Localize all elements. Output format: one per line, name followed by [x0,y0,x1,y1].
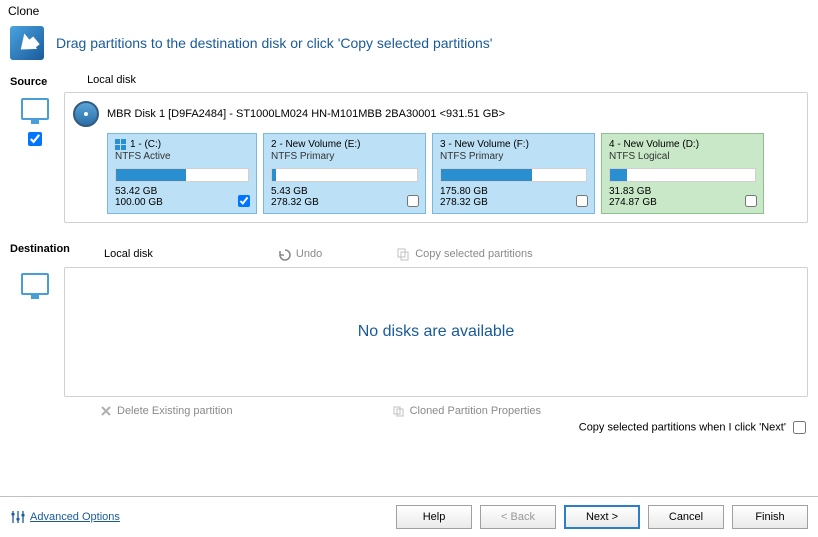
partition-fs: NTFS Primary [440,151,587,162]
usage-bar [115,168,249,182]
copy-next-checkbox[interactable] [793,421,806,434]
cloned-properties-label: Cloned Partition Properties [410,405,541,417]
disk-title: MBR Disk 1 [D9FA2484] - ST1000LM024 HN-M… [107,108,505,120]
partition-total: 278.32 GB [440,197,587,208]
partition-title: 1 - (C:) [115,139,249,150]
window-title: Clone [0,0,818,22]
advanced-options-label: Advanced Options [30,511,120,523]
copy-selected-button[interactable]: Copy selected partitions [396,247,532,261]
partition-title: 4 - New Volume (D:) [609,139,756,150]
usage-bar [271,168,418,182]
partition-checkbox[interactable] [745,195,757,207]
partition-fs: NTFS Active [115,151,249,162]
source-disk-panel: MBR Disk 1 [D9FA2484] - ST1000LM024 HN-M… [64,92,808,223]
partition-checkbox[interactable] [238,195,250,207]
clone-icon [10,26,44,60]
cloned-properties-button[interactable]: Cloned Partition Properties [393,405,541,417]
copy-next-label: Copy selected partitions when I click 'N… [579,421,786,433]
undo-button[interactable]: Undo [277,247,322,261]
undo-label: Undo [296,248,322,260]
back-button[interactable]: < Back [480,505,556,529]
destination-sublabel: Local disk [104,248,153,260]
partition-used: 175.80 GB [440,186,587,197]
partition-used: 53.42 GB [115,186,249,197]
partition-title: 3 - New Volume (F:) [440,139,587,150]
partition-2[interactable]: 2 - New Volume (E:)NTFS Primary 5.43 GB27… [263,133,426,214]
partition-checkbox[interactable] [576,195,588,207]
partition-title: 2 - New Volume (E:) [271,139,418,150]
next-button[interactable]: Next > [564,505,640,529]
partition-total: 274.87 GB [609,197,756,208]
source-sublabel: Local disk [87,74,136,86]
usage-bar [440,168,587,182]
partition-used: 31.83 GB [609,186,756,197]
delete-existing-label: Delete Existing partition [117,405,233,417]
partition-fs: NTFS Primary [271,151,418,162]
finish-button[interactable]: Finish [732,505,808,529]
instruction-text: Drag partitions to the destination disk … [56,35,492,51]
monitor-icon [21,98,49,120]
monitor-icon [21,273,49,295]
delete-existing-button[interactable]: Delete Existing partition [100,405,233,417]
partition-3[interactable]: 3 - New Volume (F:)NTFS Primary 175.80 GB… [432,133,595,214]
empty-message: No disks are available [358,323,515,341]
partition-fs: NTFS Logical [609,151,756,162]
hdd-icon [73,101,99,127]
cancel-button[interactable]: Cancel [648,505,724,529]
destination-label: Destination [10,241,84,255]
advanced-options-link[interactable]: Advanced Options [10,509,120,525]
source-disk-checkbox[interactable] [28,132,42,146]
partition-1[interactable]: 1 - (C:)NTFS Active 53.42 GB100.00 GB [107,133,257,214]
partition-4[interactable]: 4 - New Volume (D:)NTFS Logical 31.83 GB2… [601,133,764,214]
copy-selected-label: Copy selected partitions [415,248,532,260]
source-label: Source [10,74,84,88]
help-button[interactable]: Help [396,505,472,529]
windows-icon [115,139,126,150]
partition-checkbox[interactable] [407,195,419,207]
usage-bar [609,168,756,182]
partition-total: 100.00 GB [115,197,249,208]
sliders-icon [10,509,26,525]
destination-panel: No disks are available [64,267,808,397]
partition-used: 5.43 GB [271,186,418,197]
partition-total: 278.32 GB [271,197,418,208]
